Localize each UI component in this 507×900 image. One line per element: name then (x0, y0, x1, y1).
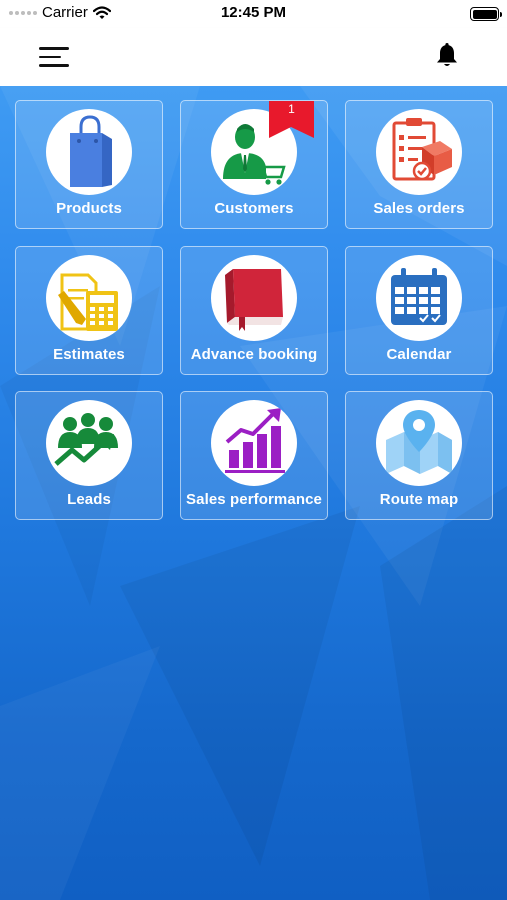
tile-label: Calendar (386, 346, 452, 363)
status-bar: Carrier 12:45 PM (0, 0, 507, 28)
tile-calendar[interactable]: Calendar (345, 246, 493, 375)
tile-label: Route map (379, 491, 459, 508)
tile-label: Leads (67, 491, 111, 508)
tile-advance-booking[interactable]: Advance booking (180, 246, 328, 375)
bar-chart-growth-icon (211, 400, 297, 486)
badge-count: 1 (288, 102, 295, 116)
shopping-bag-icon (46, 109, 132, 195)
notification-badge: 1 (269, 101, 314, 138)
map-pin-icon (376, 400, 462, 486)
tile-label: Advance booking (190, 346, 318, 363)
battery-level (472, 9, 497, 19)
tile-label: Estimates (53, 346, 125, 363)
clipboard-order-icon (376, 109, 462, 195)
tile-sales-orders[interactable]: Sales orders (345, 100, 493, 229)
tile-estimates[interactable]: Estimates (15, 246, 163, 375)
book-icon (211, 255, 297, 341)
tile-customers[interactable]: 1 Customers (180, 100, 328, 229)
battery-icon (470, 7, 502, 21)
tile-label: Sales performance (186, 491, 322, 508)
hamburger-menu-icon[interactable] (39, 47, 69, 67)
leads-growth-icon (46, 400, 132, 486)
navigation-bar (0, 28, 507, 86)
status-time: 12:45 PM (220, 4, 287, 21)
tile-label: Sales orders (373, 200, 465, 217)
tile-sales-performance[interactable]: Sales performance (180, 391, 328, 520)
estimate-calculator-icon (46, 255, 132, 341)
tile-route-map[interactable]: Route map (345, 391, 493, 520)
calendar-icon (376, 255, 462, 341)
tile-label: Products (56, 200, 122, 217)
tile-leads[interactable]: Leads (15, 391, 163, 520)
dashboard: Products 1 Customers Sales orders Estima… (0, 86, 507, 900)
tile-products[interactable]: Products (15, 100, 163, 229)
tile-label: Customers (214, 200, 294, 217)
bell-icon[interactable] (433, 42, 461, 70)
